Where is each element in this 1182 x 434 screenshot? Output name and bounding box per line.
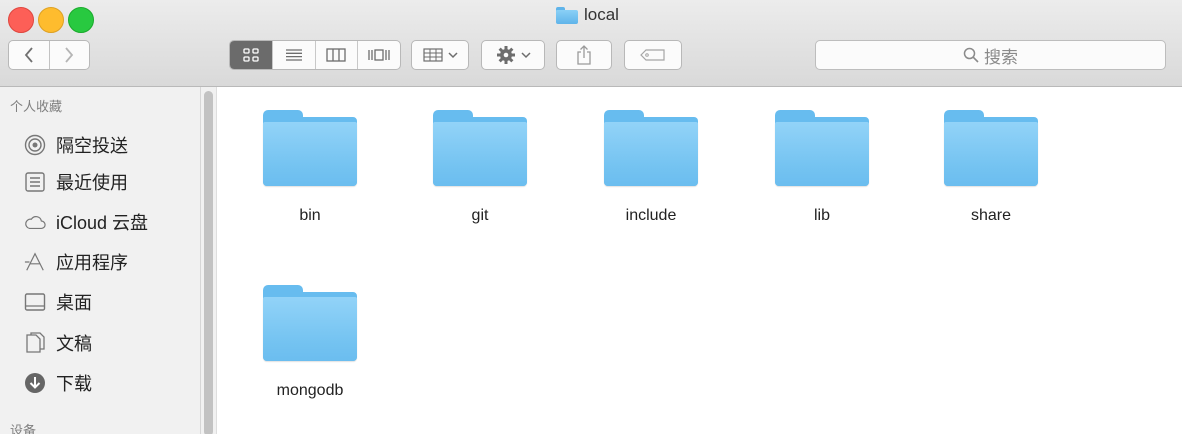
share-icon [577, 45, 591, 65]
folder-item-lib[interactable]: lib [744, 108, 894, 248]
sidebar: 个人收藏 隔空投送 最近使用 iCloud 云盘 应用程序 桌面 文稿 下载 设… [0, 87, 201, 434]
folder-icon [944, 110, 1038, 186]
sidebar-item-recents[interactable]: 最近使用 [24, 164, 128, 200]
sidebar-item-downloads[interactable]: 下载 [24, 365, 92, 401]
folder-item-mongodb[interactable]: mongodb [232, 283, 382, 423]
cover-flow-view-icon [368, 49, 390, 61]
folder-name: share [970, 207, 1012, 224]
documents-icon [24, 332, 46, 354]
folder-name: bin [299, 207, 321, 224]
arrange-button[interactable] [411, 40, 469, 70]
list-view-icon [285, 49, 302, 61]
sidebar-item-airdrop[interactable]: 隔空投送 [24, 127, 128, 163]
desktop-icon [24, 291, 46, 313]
chevron-right-icon [65, 47, 74, 63]
folder-icon [604, 110, 698, 186]
window-title-text: local [584, 5, 619, 24]
folder-name: lib [813, 207, 830, 224]
applications-icon [24, 251, 46, 273]
search-field[interactable]: 搜索 [815, 40, 1166, 70]
chevron-down-icon [520, 52, 531, 59]
icon-view-icon [243, 48, 259, 62]
cover-flow-view-button[interactable] [357, 41, 400, 69]
icon-view-button[interactable] [230, 41, 272, 69]
arrange-grid-icon [422, 48, 443, 62]
folder-item-git[interactable]: git [402, 108, 552, 248]
column-view-button[interactable] [314, 41, 358, 69]
favorites-section-title: 个人收藏 [10, 99, 63, 114]
navigation-buttons [8, 40, 90, 70]
downloads-icon [24, 372, 46, 394]
scrollbar-thumb[interactable] [204, 91, 213, 434]
sidebar-item-label: 文稿 [56, 334, 92, 354]
sidebar-item-label: 桌面 [56, 293, 92, 313]
chevron-left-icon [24, 47, 33, 63]
forward-button[interactable] [48, 41, 90, 69]
gear-icon [496, 46, 515, 64]
sidebar-item-label: iCloud 云盘 [56, 213, 149, 233]
folder-name: git [471, 207, 489, 224]
finder-window: local 搜索 个人收藏 隔空投送 最近使用 iCloud 云盘 应用程序 桌… [0, 0, 1182, 434]
sidebar-item-label: 隔空投送 [56, 136, 128, 156]
folder-icon [556, 6, 578, 24]
share-button[interactable] [556, 40, 612, 70]
zoom-button[interactable] [68, 7, 94, 33]
sidebar-item-desktop[interactable]: 桌面 [24, 284, 92, 320]
window-title: local [556, 2, 619, 28]
chevron-down-icon [447, 52, 458, 59]
back-button[interactable] [9, 41, 49, 69]
folder-icon [263, 110, 357, 186]
recents-icon [24, 171, 46, 193]
sidebar-scrollbar[interactable] [201, 87, 217, 434]
search-icon [963, 47, 979, 63]
folder-name: include [625, 207, 677, 224]
close-button[interactable] [8, 7, 34, 33]
sidebar-item-label: 最近使用 [56, 173, 128, 193]
sidebar-item-documents[interactable]: 文稿 [24, 325, 92, 361]
folder-icon [433, 110, 527, 186]
devices-section-title: 设备 [10, 423, 37, 434]
view-mode-control [229, 40, 401, 70]
tag-icon [640, 49, 665, 61]
sidebar-item-label: 下载 [56, 374, 92, 394]
folder-item-include[interactable]: include [573, 108, 723, 248]
list-view-button[interactable] [271, 41, 315, 69]
search-placeholder: 搜索 [984, 47, 1018, 67]
file-browser: bin git include lib share mongodb [217, 87, 1182, 434]
sidebar-item-label: 应用程序 [56, 253, 128, 273]
folder-item-share[interactable]: share [913, 108, 1063, 248]
minimize-button[interactable] [38, 7, 64, 33]
airdrop-icon [24, 134, 46, 156]
tag-button[interactable] [624, 40, 682, 70]
folder-item-bin[interactable]: bin [232, 108, 382, 248]
action-button[interactable] [481, 40, 545, 70]
sidebar-item-applications[interactable]: 应用程序 [24, 244, 128, 280]
folder-name: mongodb [276, 382, 344, 399]
titlebar: local 搜索 [0, 0, 1182, 87]
folder-icon [775, 110, 869, 186]
icloud-icon [24, 211, 46, 233]
folder-icon [263, 285, 357, 361]
column-view-icon [326, 48, 347, 62]
sidebar-item-icloud-drive[interactable]: iCloud 云盘 [24, 204, 148, 240]
